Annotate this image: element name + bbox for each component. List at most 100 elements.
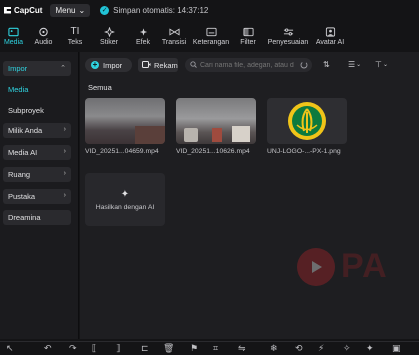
- generate-with-ai-card[interactable]: ✦ Hasilkan dengan AI: [85, 173, 165, 226]
- sidebar-item-dreamina[interactable]: Dreamina: [3, 210, 71, 225]
- filter-icon: [242, 27, 254, 37]
- check-circle-icon: ✓: [100, 5, 110, 15]
- sidebar-item-pustaka[interactable]: Pustaka ›: [3, 189, 71, 204]
- search-input[interactable]: [197, 61, 294, 69]
- autosave-text: Simpan otomatis: 14:37:12: [113, 5, 209, 15]
- media-filename: UNJ-LOGO-...-PX-1.png: [267, 148, 341, 155]
- ai-tool-icon[interactable]: ▣: [392, 344, 401, 353]
- plus-icon: +: [91, 60, 99, 69]
- redo-icon[interactable]: ↷: [69, 344, 77, 353]
- import-button[interactable]: + Impor: [85, 58, 132, 72]
- tab-keterangan[interactable]: Keterangan: [190, 22, 232, 50]
- menu-button-label: Menu: [55, 5, 76, 15]
- sparkle-icon: ✦: [120, 188, 130, 200]
- sort-icon[interactable]: ⇅: [323, 60, 330, 69]
- grid-view-icon[interactable]: ☰ ⌄: [348, 60, 361, 69]
- media-item[interactable]: VID_20251...04659.mp4: [85, 98, 165, 155]
- tab-label: Audio: [34, 38, 53, 46]
- search-icon: [190, 60, 197, 70]
- split-left-icon[interactable]: ⟧: [116, 344, 120, 353]
- marker-icon[interactable]: ⚑: [190, 344, 198, 353]
- tab-label: Filter: [240, 38, 256, 46]
- section-label: Semua: [88, 83, 112, 92]
- tab-label: Teks: [67, 38, 83, 46]
- tab-audio[interactable]: Audio: [27, 22, 60, 50]
- menu-button[interactable]: Menu ⌄: [50, 3, 91, 17]
- freeze-icon[interactable]: ❄: [270, 344, 278, 353]
- generate-with-ai-label: Hasilkan dengan AI: [95, 203, 155, 211]
- chevron-up-icon: ⌃: [60, 65, 66, 72]
- capcut-logo-icon: [4, 6, 11, 14]
- tab-media[interactable]: Media: [0, 22, 27, 50]
- tab-avatar-ai[interactable]: Avatar AI: [312, 22, 348, 50]
- sidebar-item-subproyek[interactable]: Subproyek: [8, 106, 44, 115]
- sidebar-item-media-ai[interactable]: Media AI ›: [3, 145, 71, 160]
- app-logo: CapCut: [4, 6, 42, 15]
- media-filename: VID_20251...04659.mp4: [85, 148, 159, 155]
- tab-efek[interactable]: Efek: [128, 22, 158, 50]
- media-panel: + Impor Rekam ⇅ ☰⌄ ⊤⌄ Semua VID_20251...…: [80, 52, 419, 339]
- speed-icon[interactable]: ⚡: [318, 344, 324, 353]
- magic-icon[interactable]: ✧: [343, 344, 351, 353]
- timeline-toolbar: ↖ ↶ ↷ ⟦ ⟧ ⊏ 🗑 ⚑ ⌗ ⇋ ❄ ⟲ ⚡ ✧ ✦ ▣: [0, 341, 419, 355]
- mirror-icon[interactable]: ⇋: [238, 344, 246, 353]
- select-tool-icon[interactable]: ↖: [6, 344, 14, 353]
- image-thumbnail: [267, 98, 347, 144]
- record-icon: [142, 60, 151, 70]
- tab-label: Keterangan: [192, 38, 230, 46]
- delete-icon[interactable]: 🗑: [163, 344, 174, 353]
- tab-filter[interactable]: Filter: [232, 22, 264, 50]
- tab-stiker[interactable]: Stiker: [90, 22, 128, 50]
- app-name: CapCut: [14, 5, 43, 15]
- tab-label: Stiker: [100, 38, 118, 46]
- enhance-icon[interactable]: ✦: [366, 344, 374, 353]
- video-thumbnail: [176, 98, 256, 144]
- record-button-label: Rekam: [154, 60, 178, 70]
- split-icon[interactable]: ⟦: [92, 344, 96, 353]
- tab-penyesuaian[interactable]: Penyesuaian: [264, 22, 312, 50]
- media-search[interactable]: [185, 58, 312, 72]
- adjust-icon: [282, 27, 294, 37]
- sidebar-item-label: Dreamina: [8, 213, 41, 222]
- sidebar-item-label: Pustaka: [8, 192, 36, 201]
- top-bar: CapCut Menu ⌄ ✓ Simpan otomatis: 14:37:1…: [0, 0, 419, 20]
- audio-icon: [38, 27, 50, 37]
- crop-icon[interactable]: ⌗: [213, 344, 218, 353]
- filter-sort-icon[interactable]: ⊤ ⌄: [375, 60, 388, 69]
- text-icon: TI: [70, 26, 80, 37]
- sidebar-item-impor[interactable]: Impor ⌃: [3, 61, 71, 76]
- transition-icon: [168, 27, 180, 37]
- tab-teks[interactable]: TI Teks: [60, 22, 90, 50]
- scan-icon[interactable]: [299, 60, 309, 70]
- effect-icon: [137, 27, 149, 37]
- media-icon: [8, 27, 20, 37]
- caption-icon: [205, 27, 217, 37]
- sidebar-item-label: Media AI: [8, 148, 38, 157]
- media-item[interactable]: UNJ-LOGO-...-PX-1.png: [267, 98, 347, 155]
- tab-label: Efek: [135, 38, 150, 46]
- sidebar-item-label: Ruang: [8, 170, 31, 179]
- watermark-text: PA: [341, 247, 388, 285]
- chevron-down-icon: ›: [63, 126, 66, 133]
- sidebar-item-label: Impor: [8, 64, 28, 73]
- main-tabs: Media Audio TI Teks Stiker Efek Transisi…: [0, 22, 419, 50]
- record-button[interactable]: Rekam: [138, 58, 178, 72]
- sidebar-item-ruang[interactable]: Ruang ›: [3, 167, 71, 182]
- sidebar-item-milik-anda[interactable]: Milik Anda ›: [3, 123, 71, 138]
- undo-icon[interactable]: ↶: [44, 344, 52, 353]
- avatar-ai-icon: [324, 26, 336, 37]
- media-toolbar: + Impor Rekam ⇅ ☰⌄ ⊤⌄: [80, 52, 419, 78]
- chevron-down-icon: ›: [63, 148, 66, 155]
- tab-label: Media: [3, 38, 24, 46]
- media-item[interactable]: VID_20251...10626.mp4: [176, 98, 256, 155]
- tab-label: Transisi: [161, 38, 187, 46]
- chevron-down-icon: ›: [63, 170, 66, 177]
- chevron-down-icon: ⌄: [78, 5, 86, 15]
- split-right-icon[interactable]: ⊏: [141, 344, 149, 353]
- unj-logo-icon: [288, 102, 326, 140]
- tab-transisi[interactable]: Transisi: [158, 22, 190, 50]
- reverse-icon[interactable]: ⟲: [295, 344, 303, 353]
- sidebar-item-label: Milik Anda: [8, 126, 43, 135]
- sidebar-item-media[interactable]: Media: [8, 85, 28, 94]
- sticker-icon: [103, 26, 115, 37]
